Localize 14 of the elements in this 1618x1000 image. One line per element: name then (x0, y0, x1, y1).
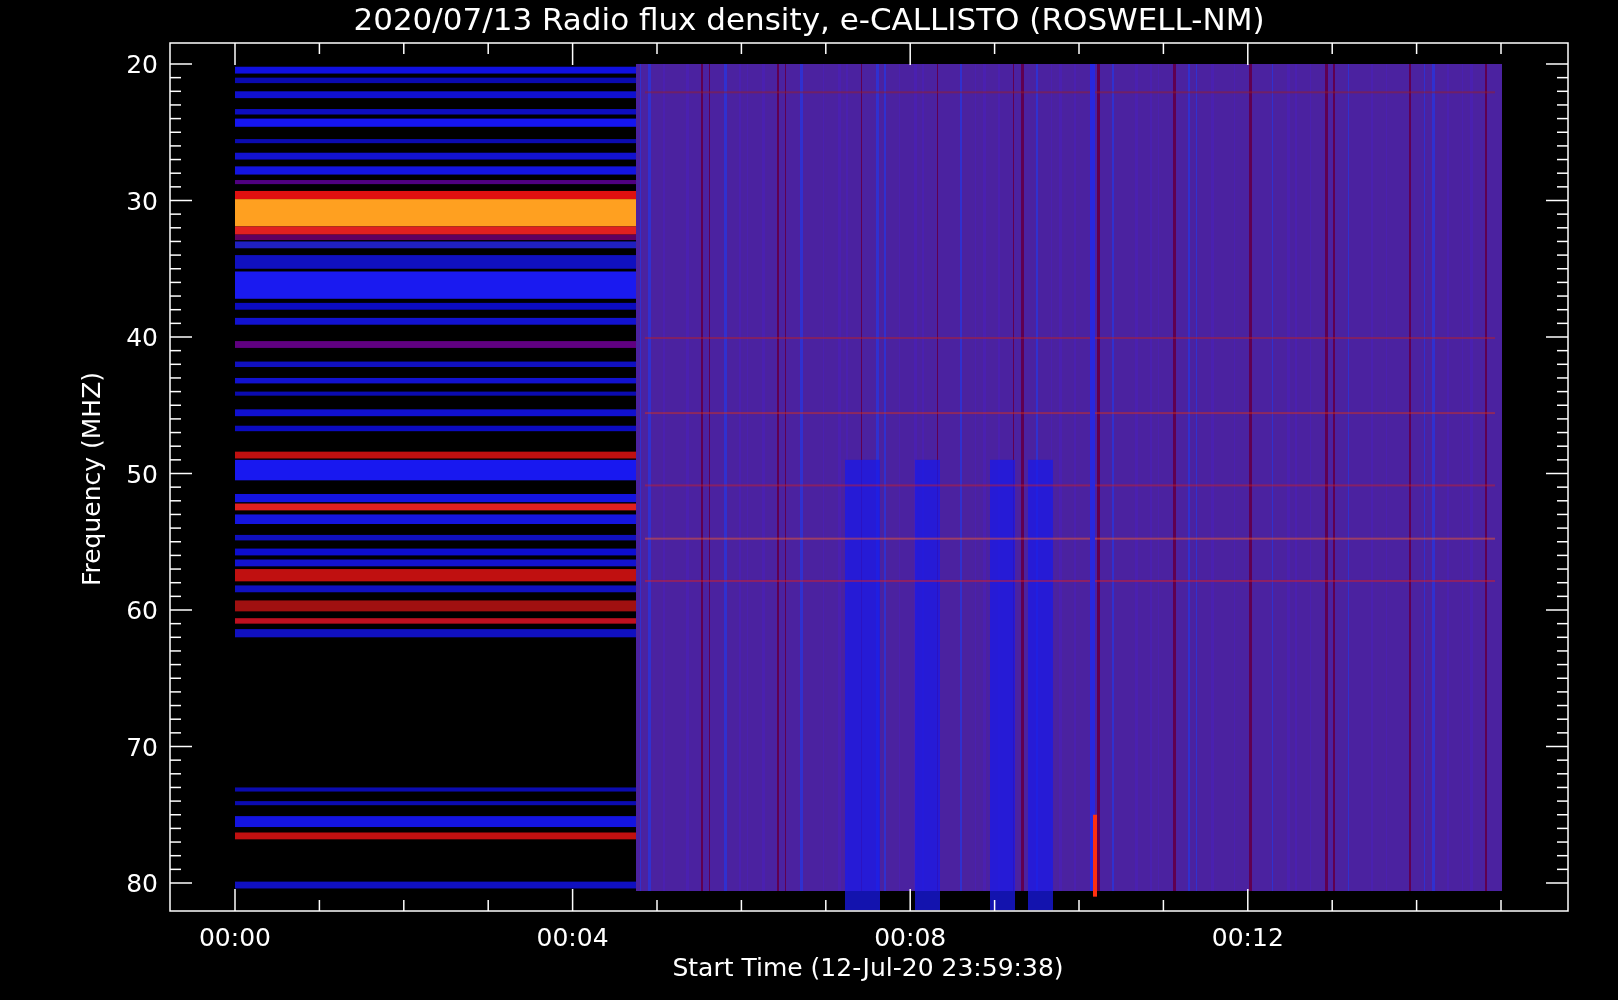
tick-label: 40 (126, 323, 158, 352)
axis-label: Frequency (MHZ) (77, 371, 106, 587)
chart-title: 2020/07/13 Radio flux density, e-CALLISTO (ROSWELL-NM) (353, 1, 1265, 37)
tick-label: 00:04 (536, 923, 609, 952)
tick-label: 00:08 (874, 923, 947, 952)
tick-label: 00:00 (199, 923, 271, 952)
tick-label: 70 (126, 732, 158, 762)
tick-label: 50 (126, 459, 158, 489)
tick-label: 60 (126, 596, 158, 625)
tick-label: 00:12 (1211, 923, 1284, 952)
tick-label: 30 (126, 186, 158, 216)
tick-label: 80 (126, 869, 158, 898)
axis-label: Start Time (12-Jul-20 23:59:38) (672, 953, 1064, 982)
tick-label: 20 (126, 50, 158, 79)
